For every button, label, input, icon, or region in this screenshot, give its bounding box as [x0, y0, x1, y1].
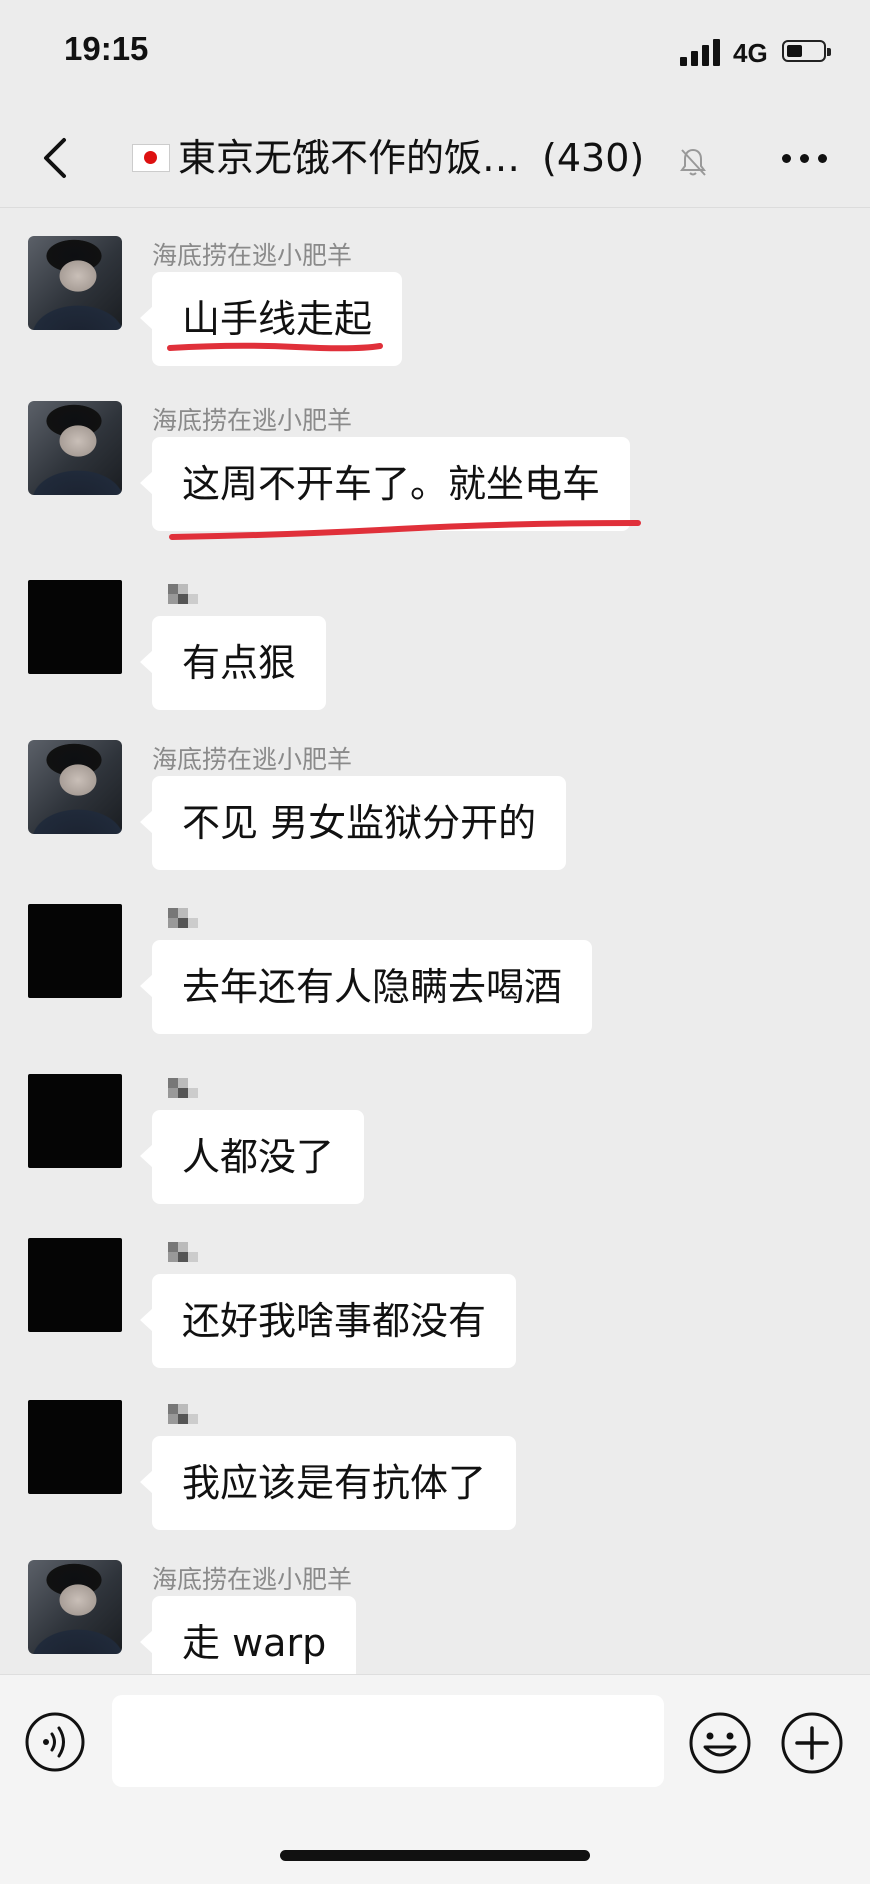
avatar-redacted[interactable]: [28, 1400, 122, 1494]
status-time: 19:15: [64, 30, 149, 67]
sender-name: 海底捞在逃小肥羊: [152, 241, 353, 270]
message-bubble[interactable]: 去年还有人隐瞒去喝酒: [139, 940, 593, 1034]
voice-icon[interactable]: [24, 1711, 86, 1773]
message-list: 海底捞在逃小肥羊 山手线走起 海底捞在逃小肥羊 这周不开车了。就坐电车 有点狠 …: [0, 208, 870, 1690]
chat-title[interactable]: 東京无饿不作的饭… (430): [132, 130, 644, 186]
member-count: (430): [542, 136, 645, 180]
message-bubble[interactable]: 人都没了: [139, 1110, 365, 1204]
sender-name-redacted: [168, 1404, 198, 1424]
status-bar: 19:15 4G: [0, 0, 870, 110]
sender-name: 海底捞在逃小肥羊: [152, 406, 353, 435]
message-bubble[interactable]: 这周不开车了。就坐电车: [139, 437, 631, 531]
avatar-redacted[interactable]: [28, 904, 122, 998]
network-type: 4G: [733, 38, 768, 68]
chat-header: 東京无饿不作的饭… (430): [0, 110, 870, 208]
home-indicator[interactable]: [280, 1850, 590, 1861]
sender-name-redacted: [168, 1242, 198, 1262]
message-bubble[interactable]: 还好我啥事都没有: [139, 1274, 517, 1368]
muted-bell-icon: [680, 148, 706, 176]
sender-name: 海底捞在逃小肥羊: [152, 745, 353, 774]
cellular-signal-icon: [680, 38, 724, 66]
avatar[interactable]: [28, 401, 122, 495]
message-bubble[interactable]: 有点狠: [139, 616, 327, 710]
message-bubble[interactable]: 不见 男女监狱分开的: [139, 776, 567, 870]
japan-flag-icon: [132, 143, 170, 172]
avatar-redacted[interactable]: [28, 1074, 122, 1168]
avatar[interactable]: [28, 1560, 122, 1654]
avatar[interactable]: [28, 740, 122, 834]
avatar[interactable]: [28, 236, 122, 330]
sender-name: 海底捞在逃小肥羊: [152, 1565, 353, 1594]
sender-name-redacted: [168, 908, 198, 928]
plus-circle-icon[interactable]: [780, 1711, 844, 1775]
message-input[interactable]: [112, 1695, 664, 1787]
group-name: 東京无饿不作的饭…: [178, 136, 521, 180]
message-bubble[interactable]: 我应该是有抗体了: [139, 1436, 517, 1530]
sender-name-redacted: [168, 1078, 198, 1098]
battery-icon: [782, 40, 831, 62]
ellipsis-icon[interactable]: [782, 150, 828, 166]
sender-name-redacted: [168, 584, 198, 604]
message-bubble[interactable]: 山手线走起: [139, 272, 403, 366]
avatar-redacted[interactable]: [28, 580, 122, 674]
avatar-redacted[interactable]: [28, 1238, 122, 1332]
emoji-smile-icon[interactable]: [688, 1711, 752, 1775]
chevron-left-icon[interactable]: [36, 134, 76, 182]
